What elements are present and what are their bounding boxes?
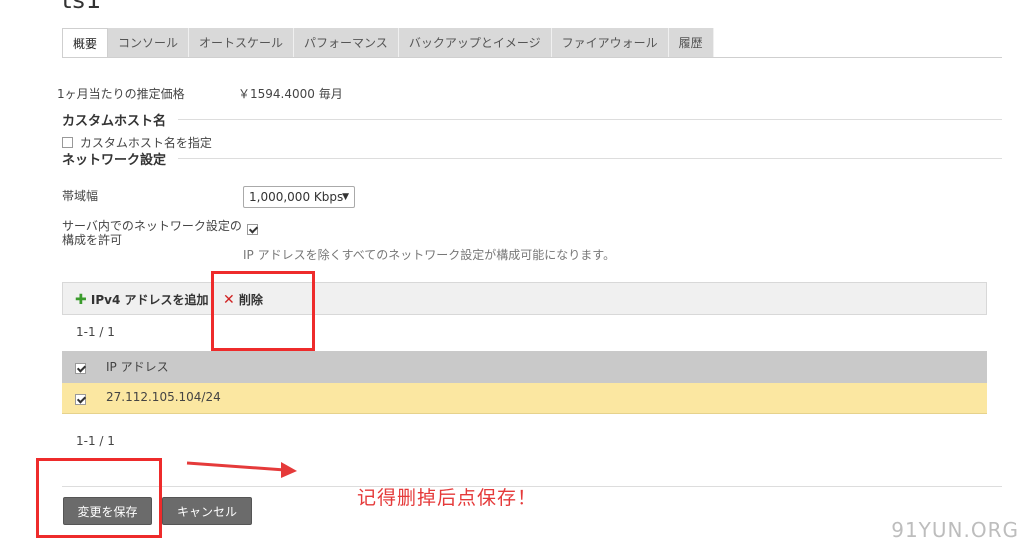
tab-overview[interactable]: 概要 xyxy=(62,28,109,58)
annotation-text: 记得删掉后点保存！ xyxy=(357,487,538,509)
annotation-arrow-icon xyxy=(186,461,297,478)
pager-top: 1-1 / 1 xyxy=(76,325,115,339)
page-title: ts1 xyxy=(62,0,103,14)
custom-host-checkbox-label: カスタムホスト名を指定 xyxy=(79,136,212,150)
tab-autoscale[interactable]: オートスケール xyxy=(189,28,295,58)
tab-divider xyxy=(62,57,1002,58)
tab-firewall[interactable]: ファイアウォール xyxy=(551,28,669,58)
tab-backup-image[interactable]: バックアップとイメージ xyxy=(398,28,552,58)
pager-bottom: 1-1 / 1 xyxy=(76,434,115,448)
allow-network-config-hint: IP アドレスを除くすべてのネットワーク設定が構成可能になります。 xyxy=(243,248,616,262)
network-section-title: ネットワーク設定 xyxy=(62,153,167,168)
bandwidth-select[interactable]: 1,000,000 Kbps ▼ xyxy=(243,186,355,208)
bandwidth-label: 帯域幅 xyxy=(62,189,99,203)
section-divider xyxy=(178,158,1002,159)
watermark: 91YUN.ORG xyxy=(891,518,1019,542)
section-divider xyxy=(178,119,1002,120)
custom-host-section-title: カスタムホスト名 xyxy=(62,114,167,129)
tab-performance[interactable]: パフォーマンス xyxy=(294,28,399,58)
annotation-highlight-save xyxy=(36,458,162,538)
ip-column-header: IP アドレス xyxy=(106,360,169,374)
allow-network-config-checkbox[interactable] xyxy=(247,224,258,235)
row-checkbox[interactable] xyxy=(75,394,86,405)
add-ipv4-button[interactable]: ✚ IPv4 アドレスを追加 xyxy=(75,291,209,308)
tab-bar: 概要 コンソール オートスケール パフォーマンス バックアップとイメージ ファイ… xyxy=(62,28,714,58)
table-header xyxy=(62,351,987,383)
chevron-down-icon: ▼ xyxy=(342,192,349,202)
tab-console[interactable]: コンソール xyxy=(108,28,190,58)
cancel-button[interactable]: キャンセル xyxy=(162,497,252,525)
add-ipv4-label: IPv4 アドレスを追加 xyxy=(90,293,209,307)
annotation-highlight-delete xyxy=(211,271,315,351)
plus-icon: ✚ xyxy=(75,292,87,308)
price-label: 1ヶ月当たりの推定価格 xyxy=(57,87,185,101)
select-all-checkbox[interactable] xyxy=(75,363,86,374)
ip-address-cell: 27.112.105.104/24 xyxy=(106,390,221,404)
price-value: ￥1594.4000 毎月 xyxy=(238,87,343,101)
custom-host-checkbox[interactable] xyxy=(62,137,73,148)
bandwidth-select-value: 1,000,000 Kbps xyxy=(249,190,344,204)
tab-history[interactable]: 履歴 xyxy=(668,28,714,58)
allow-network-config-label: サーバ内でのネットワーク設定の構成を許可 xyxy=(62,219,242,247)
